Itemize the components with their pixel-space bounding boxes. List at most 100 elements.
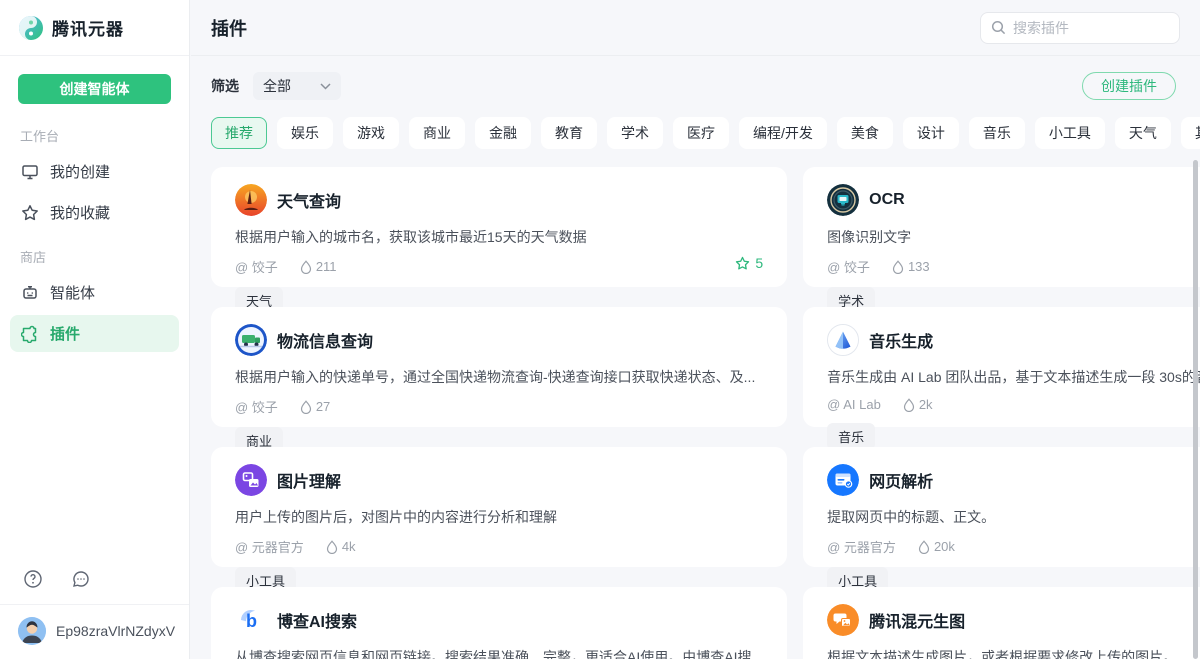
tab-programming[interactable]: 编程/开发 [739, 117, 827, 149]
sidebar-item-agents[interactable]: 智能体 [10, 274, 179, 311]
plugin-title: 天气查询 [277, 188, 341, 212]
tab-entertainment[interactable]: 娱乐 [277, 117, 333, 149]
create-agent-button[interactable]: 创建智能体 [18, 74, 171, 104]
monitor-icon [20, 162, 40, 182]
category-tabs: 推荐 娱乐 游戏 商业 金融 教育 学术 医疗 编程/开发 美食 设计 音乐 小… [191, 100, 1200, 149]
heat-count: 133 [908, 259, 930, 274]
plugin-card-image-understanding[interactable]: 图片理解 用户上传的图片后，对图片中的内容进行分析和理解 @ 元器官方 4k 小… [211, 447, 787, 567]
filter-value: 全部 [263, 76, 291, 96]
plugin-card-weather[interactable]: 天气查询 根据用户输入的城市名，获取该城市最近15天的天气数据 @ 饺子 211… [211, 167, 787, 287]
web-plugin-icon [827, 464, 859, 496]
heat-icon [903, 398, 915, 412]
plugin-card-hunyuan-image[interactable]: 腾讯混元生图 根据文本描述生成图片，或者根据要求修改上传的图片。 [803, 587, 1200, 659]
heat-icon [326, 540, 338, 554]
sidebar-item-label: 插件 [50, 323, 80, 344]
main-content: 插件 筛选 全部 创建插件 推荐 娱乐 游戏 商业 金融 教育 [191, 0, 1200, 659]
heat-count: 4k [342, 539, 356, 554]
hunyuan-plugin-icon [827, 604, 859, 636]
plugin-card-bocha-search[interactable]: b 博查AI搜索 从博查搜索网页信息和网页链接。搜索结果准确、完整，更适合AI使… [211, 587, 787, 659]
heat-icon [918, 540, 930, 554]
heat-count: 20k [934, 539, 955, 554]
tab-academic[interactable]: 学术 [607, 117, 663, 149]
vertical-scrollbar[interactable] [1193, 160, 1198, 659]
sidebar-item-my-creations[interactable]: 我的创建 [10, 153, 179, 190]
sidebar-item-plugins[interactable]: 插件 [10, 315, 179, 352]
tab-education[interactable]: 教育 [541, 117, 597, 149]
plugin-description: 音乐生成由 AI Lab 团队出品，基于文本描述生成一段 30s的音乐 [827, 367, 1200, 387]
heat-icon [300, 260, 312, 274]
plugin-description: 图像识别文字 [827, 227, 1200, 247]
plugin-title: 音乐生成 [869, 328, 933, 352]
logo-icon [18, 15, 44, 41]
sidebar-item-my-favorites[interactable]: 我的收藏 [10, 194, 179, 231]
tab-music[interactable]: 音乐 [969, 117, 1025, 149]
logo[interactable]: 腾讯元器 [0, 0, 189, 56]
plugin-description: 根据文本描述生成图片，或者根据要求修改上传的图片。 [827, 647, 1200, 659]
logistics-plugin-icon [235, 324, 267, 356]
plugin-title: 物流信息查询 [277, 328, 373, 352]
plugin-card-web-parser[interactable]: 网页解析 提取网页中的标题、正文。 @ 元器官方 20k 小工具 [803, 447, 1200, 567]
plugin-author: @ 饺子 [235, 257, 278, 276]
filter-dropdown[interactable]: 全部 [253, 72, 341, 100]
star-rating-icon [735, 256, 750, 271]
sidebar-section-store: 商店 [0, 233, 189, 272]
plugin-card-music[interactable]: 音乐生成 音乐生成由 AI Lab 团队出品，基于文本描述生成一段 30s的音乐… [803, 307, 1200, 427]
star-icon [20, 203, 40, 223]
feedback-icon[interactable] [70, 568, 92, 590]
plugin-description: 根据用户输入的快递单号，通过全国快递物流查询-快递查询接口获取快递状态、及... [235, 367, 763, 387]
plugin-author: @ 饺子 [827, 257, 870, 276]
puzzle-icon [20, 324, 40, 344]
tab-other[interactable]: 其他 [1181, 117, 1200, 149]
plugin-author: @ 元器官方 [827, 537, 896, 556]
svg-text:b: b [246, 611, 257, 631]
plugin-title: 腾讯混元生图 [869, 608, 965, 632]
create-plugin-button[interactable]: 创建插件 [1082, 72, 1176, 100]
filter-label: 筛选 [211, 76, 239, 96]
plugin-author: @ 元器官方 [235, 537, 304, 556]
tab-food[interactable]: 美食 [837, 117, 893, 149]
help-icon[interactable] [22, 568, 44, 590]
plugin-description: 根据用户输入的城市名，获取该城市最近15天的天气数据 [235, 227, 763, 247]
star-rating-value: 5 [755, 255, 763, 271]
tab-medical[interactable]: 医疗 [673, 117, 729, 149]
robot-icon [20, 283, 40, 303]
avatar [18, 617, 46, 645]
plugin-card-ocr[interactable]: OCR 图像识别文字 @ 饺子 133 学术 [803, 167, 1200, 287]
tab-games[interactable]: 游戏 [343, 117, 399, 149]
heat-count: 27 [316, 399, 330, 414]
tab-weather[interactable]: 天气 [1115, 117, 1171, 149]
bocha-plugin-icon: b [235, 604, 267, 636]
heat-icon [892, 260, 904, 274]
ocr-plugin-icon [827, 184, 859, 216]
search-input[interactable] [1013, 20, 1153, 36]
plugin-title: OCR [869, 191, 905, 209]
logo-text: 腾讯元器 [52, 15, 124, 40]
tab-recommended[interactable]: 推荐 [211, 117, 267, 149]
search-box[interactable] [980, 12, 1180, 44]
tab-tools[interactable]: 小工具 [1035, 117, 1105, 149]
image-plugin-icon [235, 464, 267, 496]
plugin-card-logistics[interactable]: 物流信息查询 根据用户输入的快递单号，通过全国快递物流查询-快递查询接口获取快递… [211, 307, 787, 427]
plugin-title: 博查AI搜索 [277, 608, 357, 632]
plugin-description: 提取网页中的标题、正文。 [827, 507, 1200, 527]
tab-design[interactable]: 设计 [903, 117, 959, 149]
chevron-down-icon [320, 83, 331, 90]
tab-business[interactable]: 商业 [409, 117, 465, 149]
user-profile[interactable]: Ep98zraVlrNZdyxV [0, 604, 189, 659]
search-icon [991, 20, 1006, 35]
sidebar-item-label: 我的收藏 [50, 202, 110, 223]
heat-icon [300, 400, 312, 414]
username: Ep98zraVlrNZdyxV [56, 623, 175, 639]
plugin-description: 从博查搜索网页信息和网页链接。搜索结果准确、完整，更适合AI使用。由博查AI搜.… [235, 647, 763, 659]
heat-count: 2k [919, 397, 933, 412]
plugin-author: @ AI Lab [827, 397, 881, 412]
plugin-author: @ 饺子 [235, 397, 278, 416]
sidebar-item-label: 智能体 [50, 282, 95, 303]
plugin-title: 图片理解 [277, 468, 341, 492]
sidebar-section-workspace: 工作台 [0, 112, 189, 151]
heat-count: 211 [316, 259, 337, 274]
sidebar-item-label: 我的创建 [50, 161, 110, 182]
tab-finance[interactable]: 金融 [475, 117, 531, 149]
plugin-grid: 天气查询 根据用户输入的城市名，获取该城市最近15天的天气数据 @ 饺子 211… [191, 149, 1200, 659]
weather-plugin-icon [235, 184, 267, 216]
